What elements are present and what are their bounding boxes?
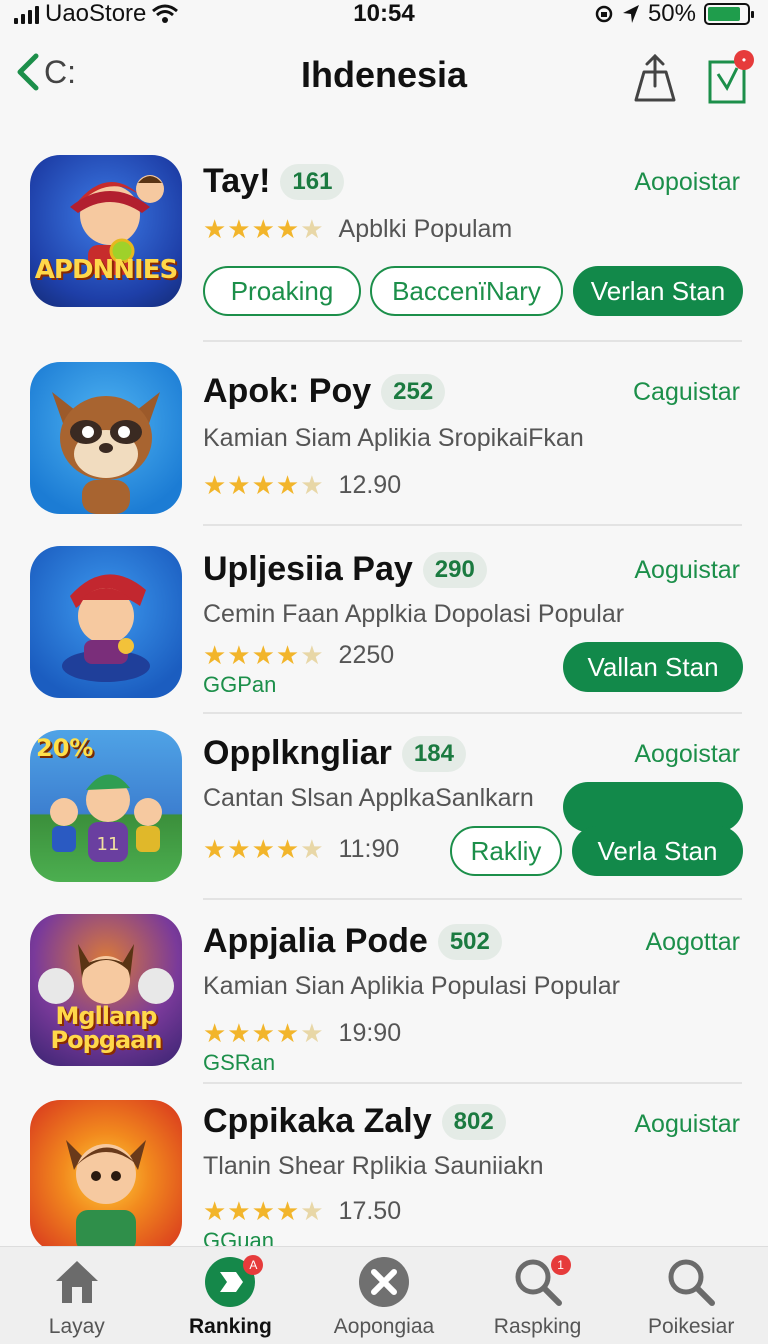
rank-badge: 802	[441, 1103, 506, 1140]
tab-label: Ranking	[188, 1315, 272, 1338]
get-button[interactable]: Aoguistar	[634, 556, 740, 585]
app-title: Appjalia Pode	[203, 922, 428, 960]
list-item[interactable]: APDNNIES Tay! 161 Aopoistar ★★★★★ Apblki…	[0, 140, 768, 342]
get-button[interactable]: Caguistar	[633, 378, 740, 407]
tab-ranking[interactable]: A Ranking	[154, 1247, 308, 1344]
divider	[203, 1082, 742, 1084]
app-subtitle: Apblki Populam	[338, 215, 513, 243]
divider	[203, 524, 742, 526]
tab-label: Layay	[48, 1315, 105, 1338]
rank-badge: 290	[422, 551, 487, 588]
rank-badge: 502	[437, 923, 502, 960]
rank-badge: 252	[381, 373, 446, 410]
rank-badge: 161	[280, 163, 345, 200]
notification-badge: 1	[550, 1255, 571, 1275]
notification-badge: A	[243, 1255, 264, 1275]
app-title: Opplkngliar	[203, 734, 392, 772]
app-subtitle: Cantan Slsan ApplkaSanlkarn	[203, 784, 534, 812]
tab-label: Raspking	[493, 1315, 582, 1338]
character-illustration	[66, 1140, 146, 1252]
rating-value: 11:90	[338, 835, 400, 863]
svg-text:11: 11	[97, 834, 120, 855]
star-rating: ★★★★★	[203, 470, 325, 500]
divider	[203, 340, 742, 342]
divider	[203, 712, 742, 714]
tab-label: Poikesiar	[647, 1315, 735, 1338]
install-button[interactable]: Verlan Stan	[573, 266, 743, 316]
app-title: Cppikaka Zaly	[203, 1102, 432, 1140]
divider	[203, 898, 742, 900]
app-title: Apok: Poy	[203, 372, 372, 410]
star-rating: ★★★★★	[203, 834, 325, 864]
rating-value: 12.90	[338, 471, 402, 499]
get-button[interactable]: Aogoistar	[634, 740, 740, 769]
battery-icon	[704, 3, 754, 25]
icon-text: 20%	[36, 734, 94, 762]
app-icon[interactable]: Mgllanp Popgaan	[30, 914, 182, 1066]
tab-poikesiar[interactable]: Poikesiar	[614, 1247, 768, 1344]
list-item[interactable]: 11 20% Opplkngliar 184 Aogoistar Cantan …	[0, 720, 768, 900]
icon-text: Mgllanp Popgaan	[50, 1002, 163, 1054]
character-illustration	[52, 392, 160, 514]
app-subtitle: Cemin Faan Applkia Dopolasi Popular	[203, 600, 625, 628]
app-icon[interactable]: 11 20%	[30, 730, 182, 882]
app-title: Upljesiia Pay	[203, 550, 413, 588]
signal-icon	[14, 4, 39, 24]
star-rating: ★★★★★	[203, 640, 325, 670]
share-icon	[634, 53, 676, 102]
tab-layay[interactable]: Layay	[0, 1247, 154, 1344]
home-icon	[50, 1255, 104, 1309]
rating-value: 19:90	[338, 1019, 402, 1047]
install-button[interactable]: Vallan Stan	[563, 642, 743, 692]
navigation-bar: C: Ihdenesia •	[0, 40, 768, 116]
share-button[interactable]	[632, 50, 678, 106]
wishlist-button[interactable]: •	[704, 50, 754, 106]
list-item[interactable]: Cppikaka Zaly 802 Aoguistar Tlanin Shear…	[0, 1090, 768, 1253]
star-rating: ★★★★★	[203, 1196, 325, 1226]
ranking-icon: A	[203, 1255, 264, 1309]
close-circle-icon	[357, 1255, 411, 1309]
get-button[interactable]: Aopoistar	[634, 168, 740, 197]
notification-badge: •	[734, 50, 754, 70]
list-item[interactable]: Upljesiia Pay 290 Aoguistar Cemin Faan A…	[0, 534, 768, 832]
tab-raspking[interactable]: 1 Raspking	[461, 1247, 615, 1344]
battery-percent: 50%	[647, 0, 696, 27]
character-illustration	[62, 574, 150, 682]
app-subtitle: Kamian Sian Aplikia Populasi Popular	[203, 972, 620, 1000]
rank-badge: 184	[401, 735, 466, 772]
app-title: Tay!	[203, 162, 271, 200]
app-subtitle: Kamian Siam Aplikia SropikaiFkan	[203, 424, 584, 452]
app-icon[interactable]: APDNNIES	[30, 155, 182, 307]
tab-aopongiaa[interactable]: Aopongiaa	[307, 1247, 461, 1344]
list-item[interactable]: Apok: Poy 252 Caguistar Kamian Siam Apli…	[0, 350, 768, 530]
app-icon[interactable]	[30, 546, 182, 698]
wifi-icon	[152, 4, 179, 23]
search-icon	[664, 1255, 718, 1309]
location-icon	[622, 5, 639, 23]
rotation-lock-icon	[595, 5, 613, 23]
rating-value: 2250	[338, 641, 395, 669]
search-icon: 1	[511, 1255, 571, 1309]
proaking-button[interactable]: Proaking	[203, 266, 361, 316]
star-rating: ★★★★★	[203, 1018, 325, 1048]
install-button[interactable]: Verla Stan	[572, 826, 743, 876]
app-icon[interactable]	[30, 1100, 182, 1252]
rakliy-button[interactable]: Rakliy	[450, 826, 562, 876]
app-tag: GGPan	[203, 672, 277, 697]
get-button[interactable]: Aoguistar	[634, 1110, 740, 1139]
carrier-label: UaoStore	[45, 0, 147, 27]
status-bar: UaoStore 10:54 50%	[0, 0, 768, 28]
category-button[interactable]: BaccenïNary	[370, 266, 563, 316]
list-item[interactable]: Mgllanp Popgaan Appjalia Pode 502 Aogott…	[0, 906, 768, 1084]
app-tag: GSRan	[203, 1050, 276, 1075]
app-icon[interactable]	[30, 362, 182, 514]
get-button[interactable]: Aogottar	[645, 928, 740, 957]
icon-text: APDNNIES	[34, 255, 178, 285]
tab-label: Aopongiaa	[333, 1315, 435, 1338]
app-subtitle: Tlanin Shear Rplikia Sauniiakn	[203, 1152, 544, 1180]
star-rating: ★★★★★	[203, 214, 325, 244]
rating-value: 17.50	[338, 1197, 402, 1225]
tab-bar: Layay A Ranking Aopongiaa 1 Raspking Poi…	[0, 1246, 768, 1344]
